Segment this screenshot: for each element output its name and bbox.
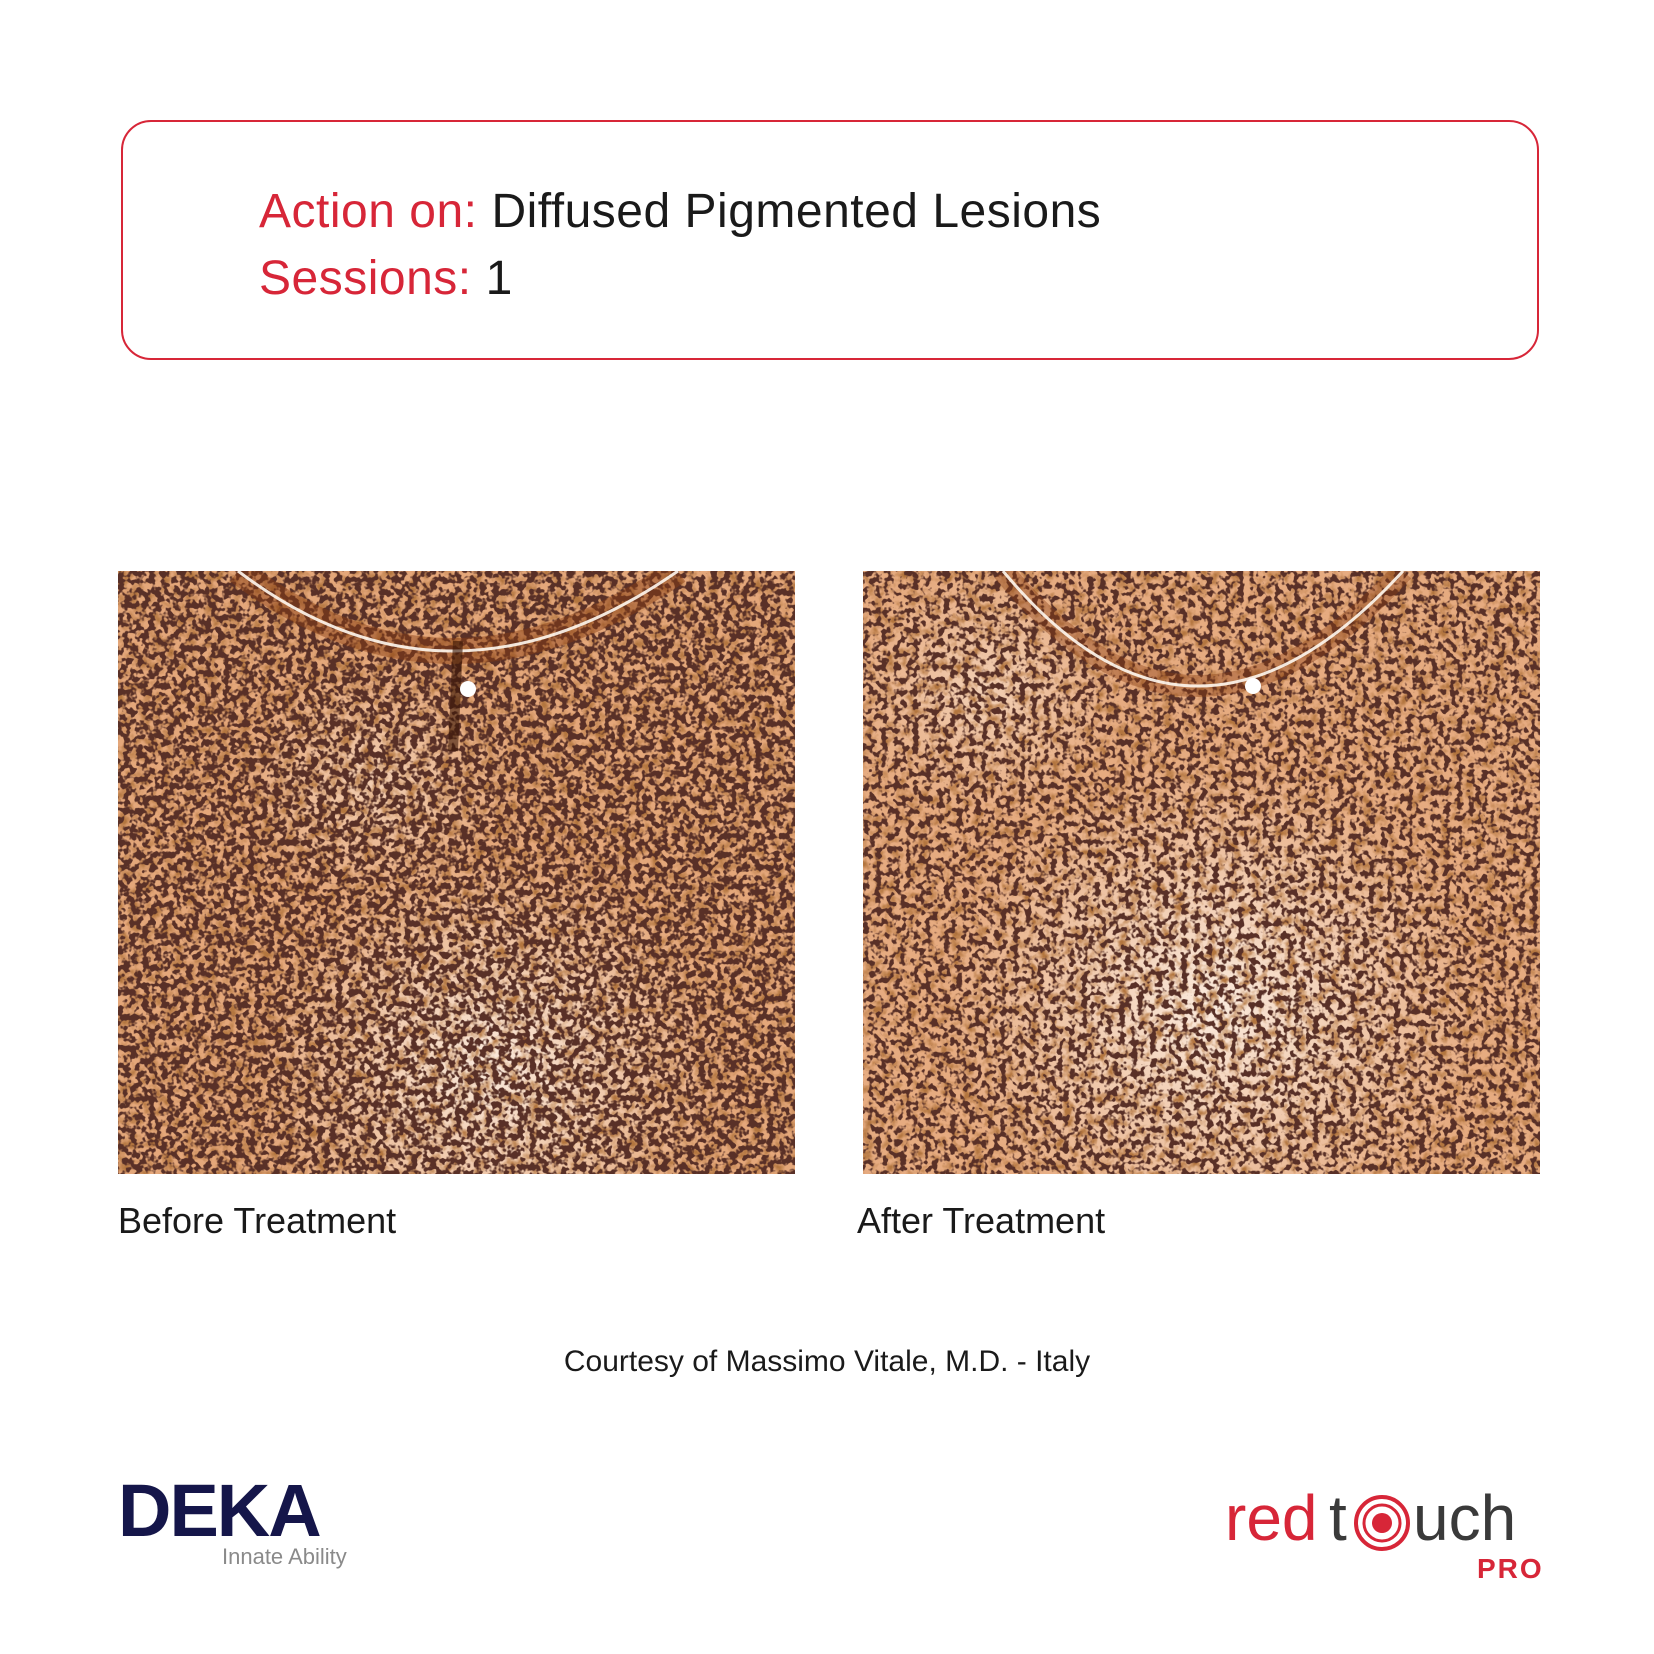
after-caption: After Treatment bbox=[857, 1200, 1106, 1241]
redtouch-word-red: red bbox=[1225, 1482, 1318, 1554]
redtouch-word-rest: uch bbox=[1413, 1482, 1516, 1554]
action-value: Diffused Pigmented Lesions bbox=[491, 185, 1102, 238]
sessions-line: Sessions: 1 bbox=[259, 251, 513, 306]
deka-logo: DEKA Innate Ability bbox=[118, 1472, 347, 1569]
sessions-value: 1 bbox=[485, 252, 513, 305]
courtesy-credit: Courtesy of Massimo Vitale, M.D. - Italy bbox=[563, 1345, 1091, 1378]
action-line: Action on: Diffused Pigmented Lesions bbox=[259, 184, 1101, 239]
sessions-label: Sessions: bbox=[259, 252, 472, 305]
redtouch-letter-t: t bbox=[1329, 1482, 1347, 1554]
target-icon bbox=[1354, 1495, 1410, 1551]
after-skin-image bbox=[863, 571, 1540, 1174]
treatment-info-box: Action on: Diffused Pigmented Lesions Ses… bbox=[121, 120, 1539, 360]
before-skin-image bbox=[118, 571, 795, 1174]
before-caption: Before Treatment bbox=[118, 1200, 397, 1241]
deka-tagline: Innate Ability bbox=[222, 1544, 347, 1569]
redtouch-pro-logo: red t uch PRO bbox=[1225, 1482, 1544, 1584]
action-label: Action on: bbox=[259, 185, 478, 238]
redtouch-pro-suffix: PRO bbox=[1477, 1553, 1544, 1584]
deka-wordmark: DEKA bbox=[118, 1472, 320, 1552]
after-treatment-photo bbox=[863, 571, 1540, 1174]
before-treatment-photo bbox=[118, 571, 795, 1174]
